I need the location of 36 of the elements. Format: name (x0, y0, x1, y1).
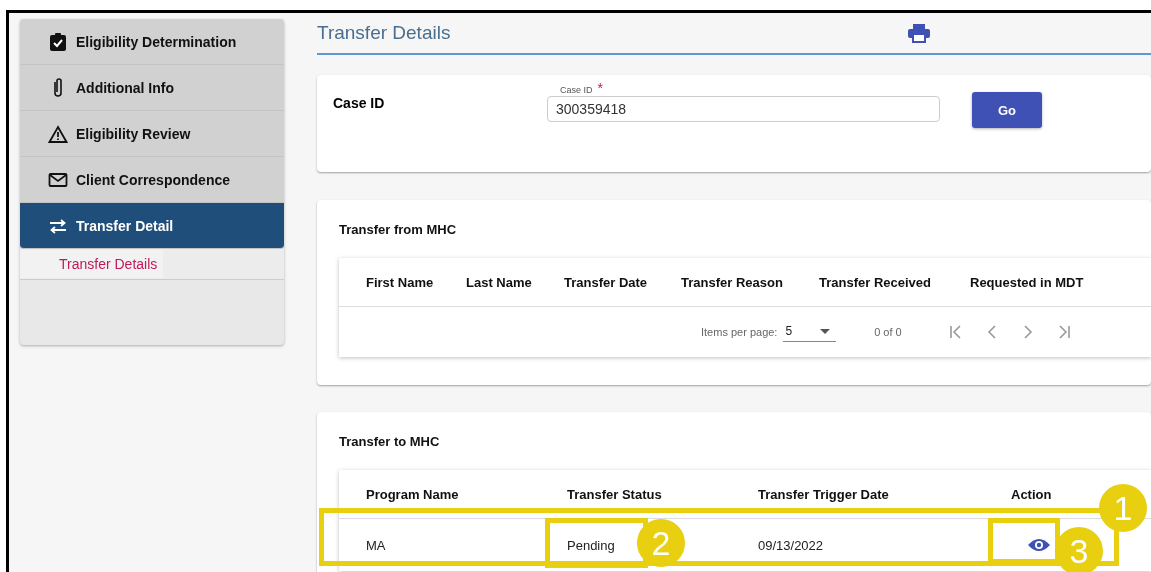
column-header: Last Name (466, 274, 533, 290)
sidebar-item[interactable]: Additional Info (20, 65, 284, 111)
table-cell: Pending (567, 537, 615, 553)
column-header: Program Name (366, 486, 460, 502)
column-header: Transfer Received (819, 274, 932, 290)
table-cell: MA (366, 537, 386, 553)
column-header: Action (1011, 486, 1053, 502)
items-per-page-label: Items per page: (701, 326, 778, 338)
column-header: First Name (366, 274, 435, 290)
sidebar-item[interactable]: Eligibility Determination (20, 19, 284, 65)
eye-icon[interactable] (1027, 538, 1051, 552)
column-header: Transfer Date (564, 274, 649, 290)
print-icon[interactable] (907, 23, 931, 43)
column-header: Requested in MDT (970, 274, 1085, 290)
required-mark: * (597, 80, 603, 96)
clipboard-check-icon (48, 31, 68, 52)
go-button[interactable]: Go (972, 92, 1042, 128)
page-range: 0 of 0 (874, 326, 902, 338)
field-label: Case ID * (557, 80, 606, 96)
page-title: Transfer Details (317, 22, 452, 44)
page-size-select[interactable]: 5 (783, 322, 837, 342)
warning-icon (48, 123, 68, 144)
dropdown-caret-icon (820, 328, 831, 334)
column-header: Transfer Trigger Date (758, 486, 890, 502)
table-cell: 09/13/2022 (758, 537, 824, 553)
column-header: Transfer Status (567, 486, 663, 502)
sidebar-item[interactable]: Eligibility Review (20, 111, 284, 157)
sidebar-item[interactable]: Client Correspondence (20, 157, 284, 203)
first-page-icon[interactable] (947, 324, 964, 340)
section-title: Transfer from MHC (339, 222, 458, 237)
case-id-field[interactable]: 300359418 (547, 96, 940, 122)
section-title: Transfer to MHC (339, 434, 441, 449)
case-id-label: Case ID (333, 94, 386, 111)
sidebar-subitem[interactable]: Transfer Details (20, 250, 164, 278)
sidebar-item[interactable]: Transfer Detail (20, 203, 284, 249)
column-header: Transfer Reason (681, 274, 784, 290)
